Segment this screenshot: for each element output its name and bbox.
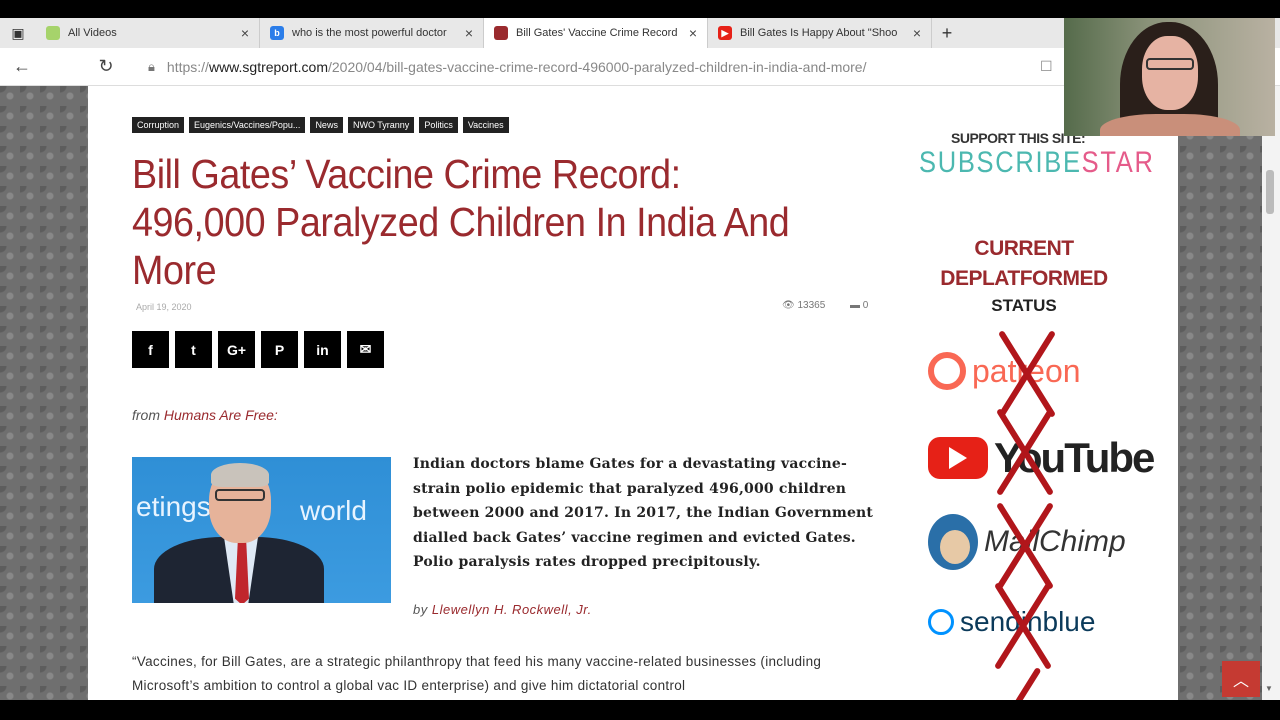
close-icon[interactable]: × <box>465 25 473 41</box>
source-line: from Humans Are Free: <box>132 407 278 423</box>
heading-line: STATUS <box>991 296 1057 315</box>
photo-backdrop-text: etings <box>136 491 211 522</box>
category-tag[interactable]: Politics <box>419 117 458 133</box>
subscribestar-a: SUBSCRIBE <box>919 146 1082 179</box>
youtube-icon: ▶ <box>718 26 732 40</box>
close-icon[interactable]: × <box>913 25 921 41</box>
new-tab-button[interactable]: + <box>932 23 962 44</box>
back-arrow-icon[interactable]: ← <box>0 56 44 77</box>
share-buttons: f t G+ P in ✉ <box>132 331 384 368</box>
tab-title: Bill Gates' Vaccine Crime Record <box>516 27 678 39</box>
site-icon <box>494 26 508 40</box>
mailchimp-label: MailChimp <box>984 525 1126 558</box>
comment-count[interactable]: ▬ 0 <box>850 300 868 311</box>
twitter-icon[interactable]: t <box>175 331 212 368</box>
close-icon[interactable]: × <box>241 25 249 41</box>
tab-title: All Videos <box>68 27 117 39</box>
tab-actions-icon[interactable]: ▣ <box>0 18 36 48</box>
deplatformed-heading: CURRENT DEPLATFORMED STATUS <box>918 234 1130 318</box>
by-prefix: by <box>413 602 428 617</box>
tab-bing-search[interactable]: b who is the most powerful doctor × <box>260 18 484 48</box>
subscribestar-b: STAR <box>1081 146 1155 179</box>
pinterest-icon[interactable]: P <box>261 331 298 368</box>
category-tag[interactable]: Eugenics/Vaccines/Popu... <box>189 117 306 133</box>
tab-sgtreport[interactable]: Bill Gates' Vaccine Crime Record × <box>484 18 708 48</box>
article-photo: etings world <box>132 457 391 603</box>
author-link[interactable]: Llewellyn H. Rockwell, Jr. <box>432 602 592 617</box>
cross-mark <box>1004 666 1042 700</box>
category-tag[interactable]: Vaccines <box>462 117 509 133</box>
category-tags: Corruption Eugenics/Vaccines/Popu... New… <box>132 117 509 133</box>
facebook-icon[interactable]: f <box>132 331 169 368</box>
back-to-top-button[interactable]: ︿ <box>1222 661 1260 697</box>
email-icon[interactable]: ✉ <box>347 331 384 368</box>
bing-icon: b <box>270 26 284 40</box>
url-domain: www.sgtreport.com <box>208 58 328 75</box>
webcam-overlay <box>1064 18 1275 136</box>
google-plus-icon[interactable]: G+ <box>218 331 255 368</box>
tab-title: Bill Gates Is Happy About "Shoo <box>740 27 898 39</box>
mailchimp-icon <box>928 514 978 570</box>
url-path: /2020/04/bill-gates-vaccine-crime-record… <box>328 58 867 75</box>
tab-title: who is the most powerful doctor <box>292 27 447 39</box>
category-tag[interactable]: News <box>310 117 343 133</box>
article-lead: Indian doctors blame Gates for a devasta… <box>413 456 874 570</box>
reading-view-icon[interactable]: ☐ <box>1040 58 1053 75</box>
article-title: Bill Gates’ Vaccine Crime Record: 496,00… <box>132 151 790 293</box>
content-area: Corruption Eugenics/Vaccines/Popu... New… <box>88 86 1178 700</box>
linkedin-icon[interactable]: in <box>304 331 341 368</box>
subscribestar-logo[interactable]: SUBSCRIBESTAR <box>919 146 1155 180</box>
heading-line: CURRENT <box>974 237 1074 260</box>
view-count-value: 13365 <box>797 300 826 311</box>
refresh-icon[interactable]: ↻ <box>84 56 128 77</box>
source-link[interactable]: Humans Are Free: <box>164 407 278 423</box>
article-date: April 19, 2020 <box>136 302 192 312</box>
page: Corruption Eugenics/Vaccines/Popu... New… <box>0 86 1280 700</box>
url-text: https://www.sgtreport.com/2020/04/bill-g… <box>167 59 867 75</box>
lock-icon: 🔒︎ <box>148 58 155 74</box>
from-prefix: from <box>132 407 160 423</box>
article-body: “Vaccines, for Bill Gates, are a strateg… <box>132 654 822 693</box>
scroll-down-icon[interactable]: ▼ <box>1265 684 1273 693</box>
close-icon[interactable]: × <box>689 25 697 41</box>
youtube-play-icon <box>928 437 988 479</box>
tab-youtube[interactable]: ▶ Bill Gates Is Happy About "Shoo × <box>708 18 932 48</box>
patreon-logo: patreon <box>928 352 1081 390</box>
photo-backdrop-text: world <box>300 495 367 526</box>
category-tag[interactable]: NWO Tyranny <box>347 117 415 133</box>
patreon-icon <box>928 352 966 390</box>
eye-icon: 👁︎ <box>782 300 795 311</box>
screen: ▣ All Videos × b who is the most powerfu… <box>0 0 1280 720</box>
byline: by Llewellyn H. Rockwell, Jr. <box>413 602 592 617</box>
rumble-icon <box>46 26 60 40</box>
scrollbar-thumb[interactable] <box>1266 170 1274 214</box>
tab-all-videos[interactable]: All Videos × <box>36 18 260 48</box>
heading-line: DEPLATFORMED <box>940 267 1108 290</box>
comment-count-value: 0 <box>862 300 869 311</box>
category-tag[interactable]: Corruption <box>132 117 185 133</box>
sendinblue-icon <box>928 609 954 635</box>
url-field[interactable]: 🔒︎ https://www.sgtreport.com/2020/04/bil… <box>148 59 866 75</box>
comment-icon: ▬ <box>850 300 860 311</box>
url-prefix: https:// <box>166 58 209 75</box>
view-count: 👁︎ 13365 <box>782 300 825 311</box>
